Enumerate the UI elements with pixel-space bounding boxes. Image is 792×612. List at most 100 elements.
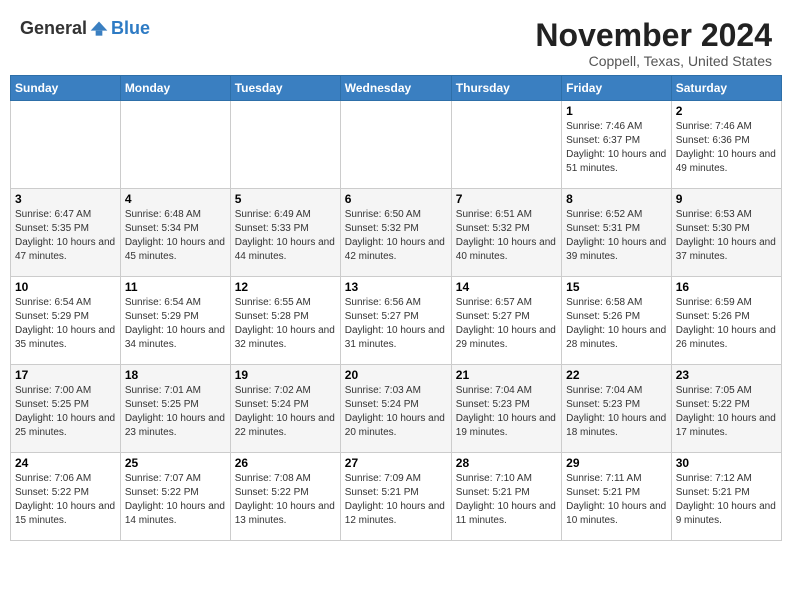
calendar-cell: 3 Sunrise: 6:47 AM Sunset: 5:35 PM Daylig…	[11, 189, 121, 277]
calendar-cell: 9 Sunrise: 6:53 AM Sunset: 5:30 PM Daylig…	[671, 189, 781, 277]
day-info: Sunrise: 6:48 AM Sunset: 5:34 PM Dayligh…	[125, 208, 226, 264]
day-info: Sunrise: 6:53 AM Sunset: 5:30 PM Dayligh…	[676, 208, 777, 264]
calendar-cell: 20Sunrise: 7:03 AM Sunset: 5:24 PM Dayli…	[340, 365, 451, 453]
column-header-monday: Monday	[120, 76, 230, 101]
day-info: Sunrise: 7:05 AM Sunset: 5:22 PM Dayligh…	[676, 384, 777, 440]
calendar-cell: 25 Sunrise: 7:07 AM Sunset: 5:22 PM Dayli…	[120, 453, 230, 541]
calendar-cell: 17Sunrise: 7:00 AM Sunset: 5:25 PM Dayli…	[11, 365, 121, 453]
calendar-table: SundayMondayTuesdayWednesdayThursdayFrid…	[10, 75, 782, 541]
column-header-wednesday: Wednesday	[340, 76, 451, 101]
calendar-cell: 11Sunrise: 6:54 AM Sunset: 5:29 PM Dayli…	[120, 277, 230, 365]
calendar-cell: 14 Sunrise: 6:57 AM Sunset: 5:27 PM Dayli…	[451, 277, 561, 365]
day-number: 9	[676, 192, 777, 206]
day-info: Sunrise: 6:47 AM Sunset: 5:35 PM Dayligh…	[15, 208, 116, 264]
calendar-cell: 28 Sunrise: 7:10 AM Sunset: 5:21 PM Dayli…	[451, 453, 561, 541]
calendar-cell	[120, 101, 230, 189]
day-number: 19	[235, 368, 336, 382]
column-header-tuesday: Tuesday	[230, 76, 340, 101]
day-info: Sunrise: 6:58 AM Sunset: 5:26 PM Dayligh…	[566, 296, 667, 352]
calendar-cell: 13Sunrise: 6:56 AM Sunset: 5:27 PM Dayli…	[340, 277, 451, 365]
column-header-friday: Friday	[562, 76, 672, 101]
month-title: November 2024	[535, 18, 772, 53]
calendar-cell: 6 Sunrise: 6:50 AM Sunset: 5:32 PM Daylig…	[340, 189, 451, 277]
calendar-week-row: 10 Sunrise: 6:54 AM Sunset: 5:29 PM Dayli…	[11, 277, 782, 365]
location-title: Coppell, Texas, United States	[535, 53, 772, 69]
day-info: Sunrise: 7:02 AM Sunset: 5:24 PM Dayligh…	[235, 384, 336, 440]
calendar-cell: 27 Sunrise: 7:09 AM Sunset: 5:21 PM Dayli…	[340, 453, 451, 541]
calendar-cell: 15 Sunrise: 6:58 AM Sunset: 5:26 PM Dayli…	[562, 277, 672, 365]
column-header-thursday: Thursday	[451, 76, 561, 101]
calendar-header-row: SundayMondayTuesdayWednesdayThursdayFrid…	[11, 76, 782, 101]
calendar-week-row: 1Sunrise: 7:46 AM Sunset: 6:37 PM Daylig…	[11, 101, 782, 189]
day-number: 7	[456, 192, 557, 206]
day-number: 2	[676, 104, 777, 118]
day-info: Sunrise: 6:49 AM Sunset: 5:33 PM Dayligh…	[235, 208, 336, 264]
day-number: 17	[15, 368, 116, 382]
calendar-cell: 8 Sunrise: 6:52 AM Sunset: 5:31 PM Daylig…	[562, 189, 672, 277]
day-number: 29	[566, 456, 667, 470]
calendar-cell: 12Sunrise: 6:55 AM Sunset: 5:28 PM Dayli…	[230, 277, 340, 365]
logo-general-text: General	[20, 18, 87, 39]
day-number: 10	[15, 280, 116, 294]
day-info: Sunrise: 6:57 AM Sunset: 5:27 PM Dayligh…	[456, 296, 557, 352]
day-info: Sunrise: 6:54 AM Sunset: 5:29 PM Dayligh…	[15, 296, 116, 352]
day-number: 6	[345, 192, 447, 206]
day-number: 8	[566, 192, 667, 206]
day-number: 30	[676, 456, 777, 470]
calendar-cell: 16Sunrise: 6:59 AM Sunset: 5:26 PM Dayli…	[671, 277, 781, 365]
calendar-cell: 30 Sunrise: 7:12 AM Sunset: 5:21 PM Dayli…	[671, 453, 781, 541]
calendar-cell	[230, 101, 340, 189]
day-number: 13	[345, 280, 447, 294]
column-header-saturday: Saturday	[671, 76, 781, 101]
day-info: Sunrise: 7:09 AM Sunset: 5:21 PM Dayligh…	[345, 472, 447, 528]
day-info: Sunrise: 7:11 AM Sunset: 5:21 PM Dayligh…	[566, 472, 667, 528]
day-number: 14	[456, 280, 557, 294]
calendar-cell: 26 Sunrise: 7:08 AM Sunset: 5:22 PM Dayli…	[230, 453, 340, 541]
day-number: 23	[676, 368, 777, 382]
day-number: 27	[345, 456, 447, 470]
day-info: Sunrise: 7:08 AM Sunset: 5:22 PM Dayligh…	[235, 472, 336, 528]
calendar-week-row: 24 Sunrise: 7:06 AM Sunset: 5:22 PM Dayli…	[11, 453, 782, 541]
calendar-cell: 23 Sunrise: 7:05 AM Sunset: 5:22 PM Dayli…	[671, 365, 781, 453]
calendar-cell	[11, 101, 121, 189]
day-info: Sunrise: 6:59 AM Sunset: 5:26 PM Dayligh…	[676, 296, 777, 352]
calendar-cell: 2 Sunrise: 7:46 AM Sunset: 6:36 PM Daylig…	[671, 101, 781, 189]
day-info: Sunrise: 7:04 AM Sunset: 5:23 PM Dayligh…	[456, 384, 557, 440]
day-info: Sunrise: 7:03 AM Sunset: 5:24 PM Dayligh…	[345, 384, 447, 440]
day-number: 5	[235, 192, 336, 206]
calendar-cell: 4 Sunrise: 6:48 AM Sunset: 5:34 PM Daylig…	[120, 189, 230, 277]
day-number: 18	[125, 368, 226, 382]
day-info: Sunrise: 7:46 AM Sunset: 6:36 PM Dayligh…	[676, 120, 777, 176]
calendar-cell: 24 Sunrise: 7:06 AM Sunset: 5:22 PM Dayli…	[11, 453, 121, 541]
day-info: Sunrise: 7:12 AM Sunset: 5:21 PM Dayligh…	[676, 472, 777, 528]
day-info: Sunrise: 7:10 AM Sunset: 5:21 PM Dayligh…	[456, 472, 557, 528]
day-info: Sunrise: 7:04 AM Sunset: 5:23 PM Dayligh…	[566, 384, 667, 440]
calendar-cell: 5 Sunrise: 6:49 AM Sunset: 5:33 PM Daylig…	[230, 189, 340, 277]
calendar-cell: 18 Sunrise: 7:01 AM Sunset: 5:25 PM Dayli…	[120, 365, 230, 453]
day-info: Sunrise: 6:50 AM Sunset: 5:32 PM Dayligh…	[345, 208, 447, 264]
calendar-cell: 10 Sunrise: 6:54 AM Sunset: 5:29 PM Dayli…	[11, 277, 121, 365]
column-header-sunday: Sunday	[11, 76, 121, 101]
day-info: Sunrise: 7:01 AM Sunset: 5:25 PM Dayligh…	[125, 384, 226, 440]
calendar-cell: 1Sunrise: 7:46 AM Sunset: 6:37 PM Daylig…	[562, 101, 672, 189]
day-number: 25	[125, 456, 226, 470]
calendar-cell: 7 Sunrise: 6:51 AM Sunset: 5:32 PM Daylig…	[451, 189, 561, 277]
day-info: Sunrise: 7:06 AM Sunset: 5:22 PM Dayligh…	[15, 472, 116, 528]
calendar-week-row: 3 Sunrise: 6:47 AM Sunset: 5:35 PM Daylig…	[11, 189, 782, 277]
day-number: 24	[15, 456, 116, 470]
day-number: 3	[15, 192, 116, 206]
day-number: 28	[456, 456, 557, 470]
calendar-cell: 29 Sunrise: 7:11 AM Sunset: 5:21 PM Dayli…	[562, 453, 672, 541]
calendar-cell: 22 Sunrise: 7:04 AM Sunset: 5:23 PM Dayli…	[562, 365, 672, 453]
day-info: Sunrise: 6:52 AM Sunset: 5:31 PM Dayligh…	[566, 208, 667, 264]
day-number: 15	[566, 280, 667, 294]
day-info: Sunrise: 6:51 AM Sunset: 5:32 PM Dayligh…	[456, 208, 557, 264]
day-info: Sunrise: 7:07 AM Sunset: 5:22 PM Dayligh…	[125, 472, 226, 528]
calendar-week-row: 17Sunrise: 7:00 AM Sunset: 5:25 PM Dayli…	[11, 365, 782, 453]
day-number: 4	[125, 192, 226, 206]
title-area: November 2024 Coppell, Texas, United Sta…	[535, 18, 772, 69]
calendar-cell: 21Sunrise: 7:04 AM Sunset: 5:23 PM Dayli…	[451, 365, 561, 453]
day-number: 11	[125, 280, 226, 294]
day-number: 26	[235, 456, 336, 470]
day-number: 22	[566, 368, 667, 382]
